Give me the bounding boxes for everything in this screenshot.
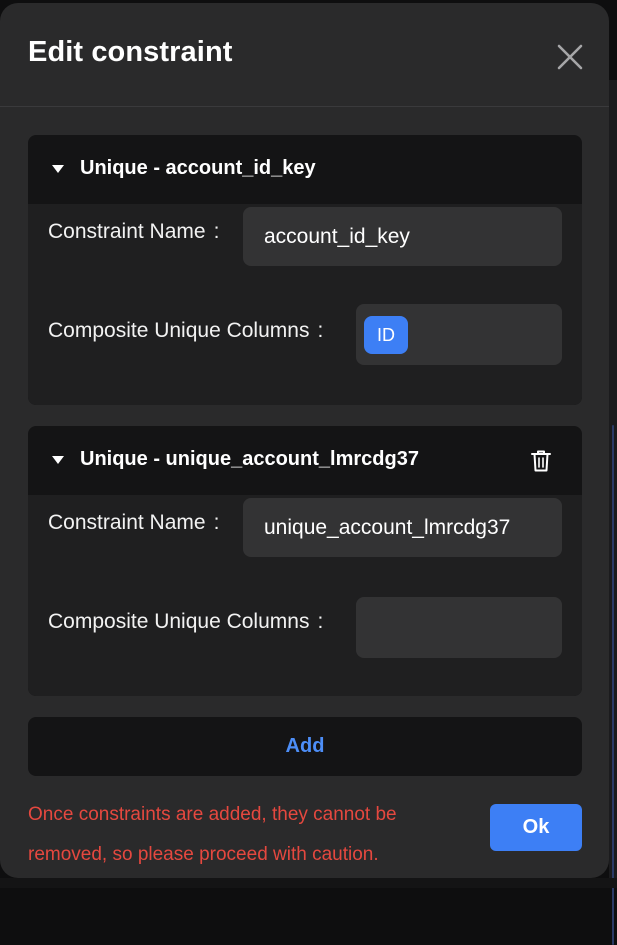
edit-constraint-dialog: Edit constraint Unique - account_id_key … xyxy=(0,3,609,878)
warning-message: Once constraints are added, they cannot … xyxy=(28,804,397,865)
constraint-title: Unique - account_id_key xyxy=(80,156,316,179)
trash-icon xyxy=(531,450,551,472)
close-icon xyxy=(557,44,583,70)
background-edge xyxy=(609,80,617,945)
composite-columns-label: Composite Unique Columns: xyxy=(48,319,324,342)
constraint-name-label: Constraint Name: xyxy=(48,511,220,534)
constraint-name-input[interactable]: unique_account_lmrcdg37 xyxy=(243,498,562,557)
ok-button[interactable]: Ok xyxy=(490,804,582,851)
constraint-name-input[interactable]: account_id_key xyxy=(243,207,562,266)
constraint-section: Unique - unique_account_lmrcdg37 Constra… xyxy=(28,426,582,696)
caret-down-icon xyxy=(52,165,64,173)
background-bottom xyxy=(0,878,617,888)
caret-down-icon xyxy=(52,456,64,464)
add-constraint-button[interactable]: Add xyxy=(28,717,582,776)
constraint-body: Constraint Name: account_id_key Composit… xyxy=(28,204,582,405)
constraint-title: Unique - unique_account_lmrcdg37 xyxy=(80,447,419,470)
composite-columns-label: Composite Unique Columns: xyxy=(48,610,324,633)
composite-columns-input[interactable] xyxy=(356,597,562,658)
constraint-header[interactable]: Unique - account_id_key xyxy=(52,155,316,181)
dialog-title: Edit constraint xyxy=(28,36,233,68)
constraint-header[interactable]: Unique - unique_account_lmrcdg37 xyxy=(52,446,419,472)
composite-columns-input[interactable]: ID xyxy=(356,304,562,365)
background-divider xyxy=(612,425,614,945)
constraint-body: Constraint Name: unique_account_lmrcdg37… xyxy=(28,495,582,696)
constraint-section: Unique - account_id_key Constraint Name:… xyxy=(28,135,582,405)
constraint-name-label: Constraint Name: xyxy=(48,220,220,243)
delete-constraint-button[interactable] xyxy=(530,449,552,473)
column-chip[interactable]: ID xyxy=(364,316,408,354)
close-button[interactable] xyxy=(554,41,586,73)
dialog-header: Edit constraint xyxy=(0,3,609,107)
